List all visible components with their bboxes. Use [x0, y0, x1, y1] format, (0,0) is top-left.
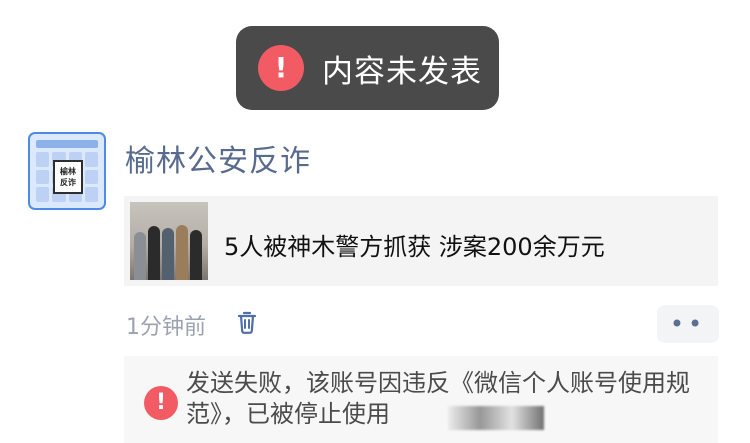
shared-article-card[interactable]: 5人被神木警方抓获 涉案200余万元: [124, 196, 718, 286]
avatar-tile: [84, 187, 98, 202]
account-avatar[interactable]: 榆林 反诈: [28, 132, 106, 210]
more-options-button[interactable]: ••: [657, 305, 719, 343]
thumbnail-person: [176, 225, 188, 280]
publish-status-toast: ! 内容未发表: [236, 26, 499, 110]
avatar-badge: 榆林 反诈: [53, 160, 83, 194]
avatar-tile: [84, 169, 98, 185]
exclamation-icon: !: [258, 45, 304, 91]
toast-message: 内容未发表: [322, 53, 482, 90]
post-timestamp: 1分钟前: [126, 315, 206, 340]
article-title: 5人被神木警方抓获 涉案200余万元: [224, 233, 605, 261]
article-thumbnail: [130, 202, 208, 280]
thumbnail-person: [190, 230, 202, 280]
thumbnail-person: [134, 232, 146, 280]
account-name[interactable]: 榆林公安反诈: [125, 136, 311, 180]
thumbnail-person: [148, 226, 160, 280]
blurred-redaction: [448, 406, 544, 430]
trash-icon[interactable]: [235, 310, 259, 336]
thumbnail-person: [162, 228, 174, 280]
avatar-tile: [36, 169, 50, 185]
error-icon: !: [144, 386, 178, 420]
avatar-tile: [36, 187, 50, 202]
send-error-panel: ! 发送失败，该账号因违反《微信个人账号使用规范》，已被停止使用: [124, 356, 718, 443]
avatar-tile: [36, 152, 50, 167]
avatar-header-bar: [36, 140, 98, 148]
error-message: 发送失败，该账号因违反《微信个人账号使用规范》，已被停止使用: [186, 369, 690, 428]
avatar-tile: [84, 152, 98, 167]
